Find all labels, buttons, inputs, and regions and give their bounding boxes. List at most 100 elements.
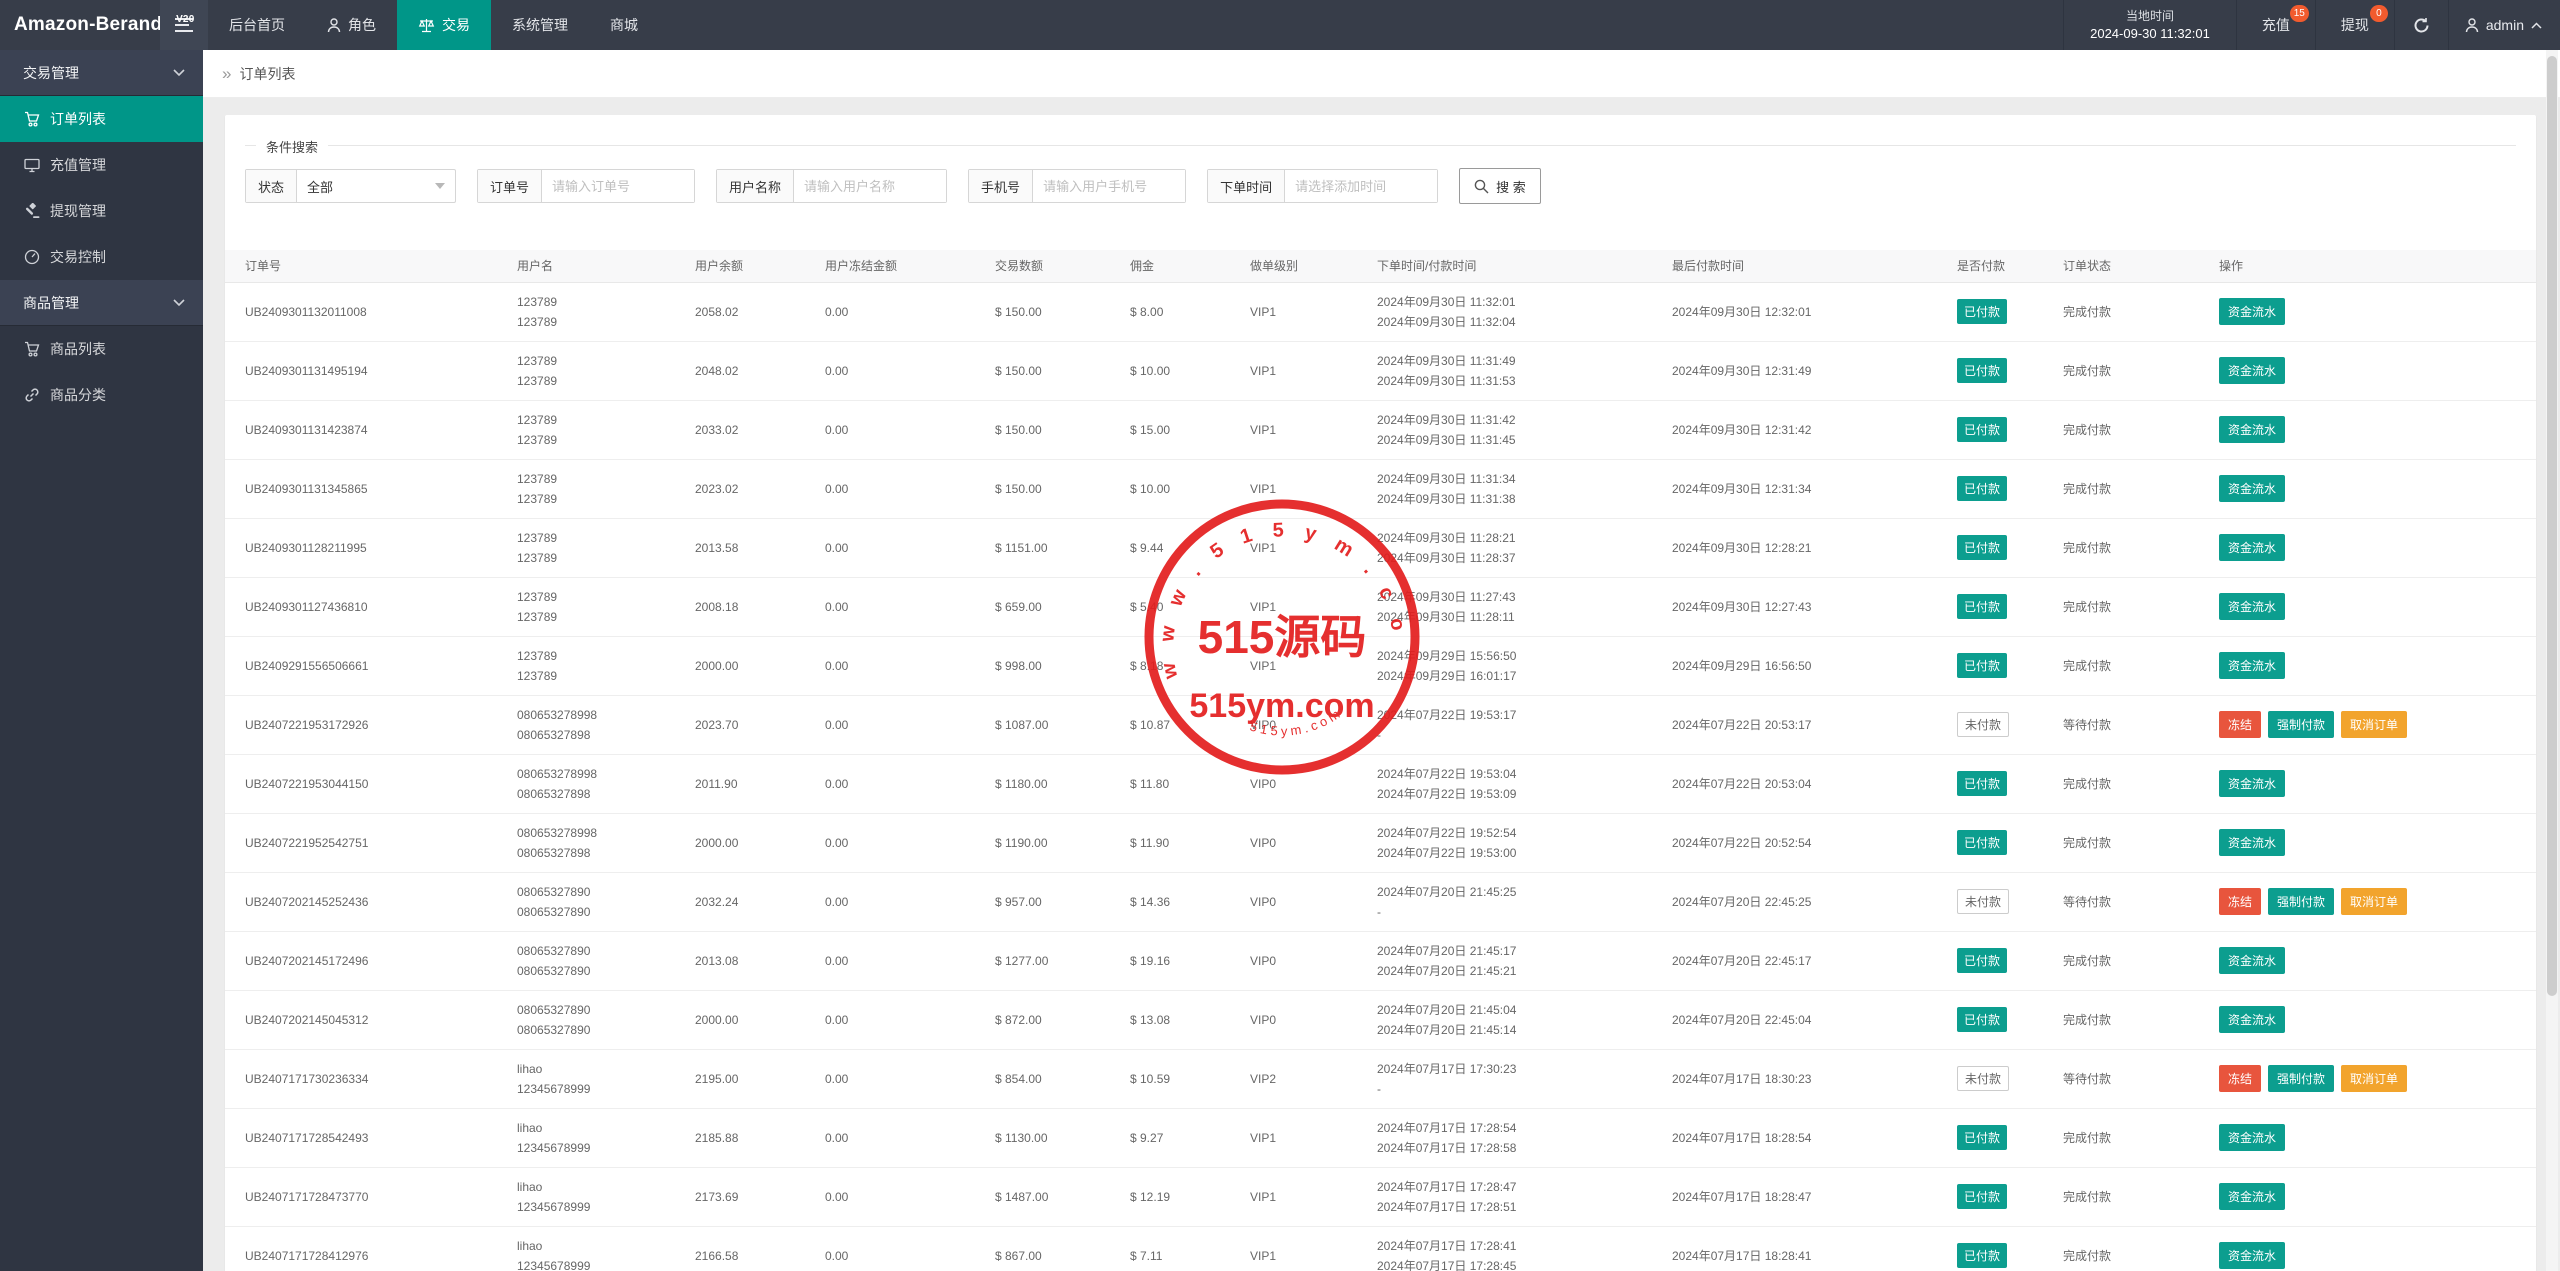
level-cell: VIP1 [1250,400,1377,459]
force-pay-button[interactable]: 强制付款 [2268,711,2334,738]
sidebar-group-products[interactable]: 商品管理 [0,280,203,326]
last-pay-time-cell: 2024年07月17日 18:28:41 [1672,1226,1957,1271]
sidebar-item-trade-control[interactable]: 交易控制 [0,234,203,280]
fund-flow-button[interactable]: 资金流水 [2219,593,2285,620]
sidebar-item-withdraw[interactable]: 提现管理 [0,188,203,234]
amount-cell: $ 150.00 [995,282,1130,341]
pay-time-line: 2024年09月30日 11:28:11 [1377,607,1672,627]
fund-flow-button[interactable]: 资金流水 [2219,770,2285,797]
pay-status-cell: 已付款 [1957,1167,2063,1226]
last-pay-time-cell: 2024年07月22日 20:53:04 [1672,754,1957,813]
balance-cell: 2173.69 [695,1167,825,1226]
user-name-input[interactable] [794,170,946,202]
fund-flow-button[interactable]: 资金流水 [2219,475,2285,502]
fund-flow-button[interactable]: 资金流水 [2219,534,2285,561]
nav-item-roles[interactable]: 角色 [306,0,397,50]
status-select[interactable]: 全部 [297,170,455,202]
sidebar-item-order-list[interactable]: 订单列表 [0,96,203,142]
commission-cell: $ 11.90 [1130,813,1250,872]
user-name-line1: lihao [517,1177,695,1197]
pay-status-cell: 已付款 [1957,518,2063,577]
table-row: UB2407221953172926 080653278998 08065327… [225,695,2536,754]
nav-item-trade[interactable]: 交易 [397,0,491,50]
order-no-cell: UB2407202145172496 [225,931,517,990]
cancel-order-button[interactable]: 取消订单 [2341,888,2407,915]
fund-flow-button[interactable]: 资金流水 [2219,947,2285,974]
order-no-cell: UB2409291556506661 [225,636,517,695]
search-button[interactable]: 搜 索 [1459,168,1541,204]
order-time-input[interactable] [1285,170,1437,202]
table-row: UB2407221952542751 080653278998 08065327… [225,813,2536,872]
recharge-link[interactable]: 充值 15 [2237,0,2316,50]
scrollbar-thumb[interactable] [2547,56,2557,996]
last-pay-time-cell: 2024年09月30日 12:32:01 [1672,282,1957,341]
times-cell: 2024年09月30日 11:27:43 2024年09月30日 11:28:1… [1377,577,1672,636]
times-cell: 2024年07月17日 17:28:41 2024年07月17日 17:28:4… [1377,1226,1672,1271]
actions-cell: 资金流水 [2219,459,2536,518]
force-pay-button[interactable]: 强制付款 [2268,1065,2334,1092]
content-area: 条件搜索 状态 全部 订单号 [203,98,2560,1271]
table-row: UB2409301131345865 123789 123789 2023.02… [225,459,2536,518]
scrollbar[interactable] [2546,50,2558,1271]
order-time-line: 2024年09月30日 11:31:42 [1377,410,1672,430]
nav-item-system[interactable]: 系统管理 [491,0,589,50]
fund-flow-button[interactable]: 资金流水 [2219,1183,2285,1210]
level-cell: VIP1 [1250,518,1377,577]
order-no-cell: UB2409301127436810 [225,577,517,636]
frozen-cell: 0.00 [825,695,995,754]
amount-cell: $ 150.00 [995,459,1130,518]
order-no-cell: UB2409301132011008 [225,282,517,341]
user-menu[interactable]: admin [2449,0,2560,50]
pay-status-badge: 未付款 [1957,889,2009,914]
nav-item-dashboard[interactable]: 后台首页 [208,0,306,50]
cancel-order-button[interactable]: 取消订单 [2341,711,2407,738]
user-name-cell: lihao 12345678999 [517,1167,695,1226]
nav-item-mall[interactable]: 商城 [589,0,659,50]
cancel-order-button[interactable]: 取消订单 [2341,1065,2407,1092]
fund-flow-button[interactable]: 资金流水 [2219,416,2285,443]
link-icon [23,387,41,403]
freeze-button[interactable]: 冻结 [2219,1065,2261,1092]
order-status-cell: 完成付款 [2063,459,2219,518]
freeze-button[interactable]: 冻结 [2219,888,2261,915]
fund-flow-button[interactable]: 资金流水 [2219,298,2285,325]
fund-flow-button[interactable]: 资金流水 [2219,829,2285,856]
order-no-input[interactable] [542,170,694,202]
sidebar-collapse-button[interactable] [160,0,208,50]
order-no-cell: UB2407202145252436 [225,872,517,931]
balance-cell: 2000.00 [695,990,825,1049]
pay-time-line: 2024年09月30日 11:31:53 [1377,371,1672,391]
pay-time-line: - [1377,725,1672,745]
user-name-cell: 123789 123789 [517,459,695,518]
phone-input[interactable] [1033,170,1185,202]
fund-flow-button[interactable]: 资金流水 [2219,357,2285,384]
user-name-line2: 12345678999 [517,1138,695,1158]
search-fieldset: 条件搜索 状态 全部 订单号 [245,115,2516,204]
times-cell: 2024年09月30日 11:28:21 2024年09月30日 11:28:3… [1377,518,1672,577]
local-time-label: 当地时间 [2126,7,2174,25]
app-logo-version: V20 [176,14,194,25]
frozen-cell: 0.00 [825,872,995,931]
force-pay-button[interactable]: 强制付款 [2268,888,2334,915]
sidebar-group-trade[interactable]: 交易管理 [0,50,203,96]
order-no-cell: UB2407171728542493 [225,1108,517,1167]
breadcrumb: » 订单列表 [203,50,2560,98]
fund-flow-button[interactable]: 资金流水 [2219,1242,2285,1269]
sidebar-item-product-list[interactable]: 商品列表 [0,326,203,372]
fund-flow-button[interactable]: 资金流水 [2219,652,2285,679]
order-status-cell: 完成付款 [2063,577,2219,636]
refresh-button[interactable] [2395,0,2449,50]
fund-flow-button[interactable]: 资金流水 [2219,1006,2285,1033]
sidebar-item-product-category[interactable]: 商品分类 [0,372,203,418]
sidebar-item-recharge[interactable]: 充值管理 [0,142,203,188]
select-caret-icon [435,183,445,189]
withdraw-link[interactable]: 提现 0 [2316,0,2395,50]
order-time-line: 2024年07月17日 17:28:41 [1377,1236,1672,1256]
freeze-button[interactable]: 冻结 [2219,711,2261,738]
amount-cell: $ 854.00 [995,1049,1130,1108]
table-row: UB2409301128211995 123789 123789 2013.58… [225,518,2536,577]
times-cell: 2024年07月22日 19:53:17 - [1377,695,1672,754]
order-status-cell: 完成付款 [2063,518,2219,577]
column-header: 最后付款时间 [1672,250,1957,282]
fund-flow-button[interactable]: 资金流水 [2219,1124,2285,1151]
